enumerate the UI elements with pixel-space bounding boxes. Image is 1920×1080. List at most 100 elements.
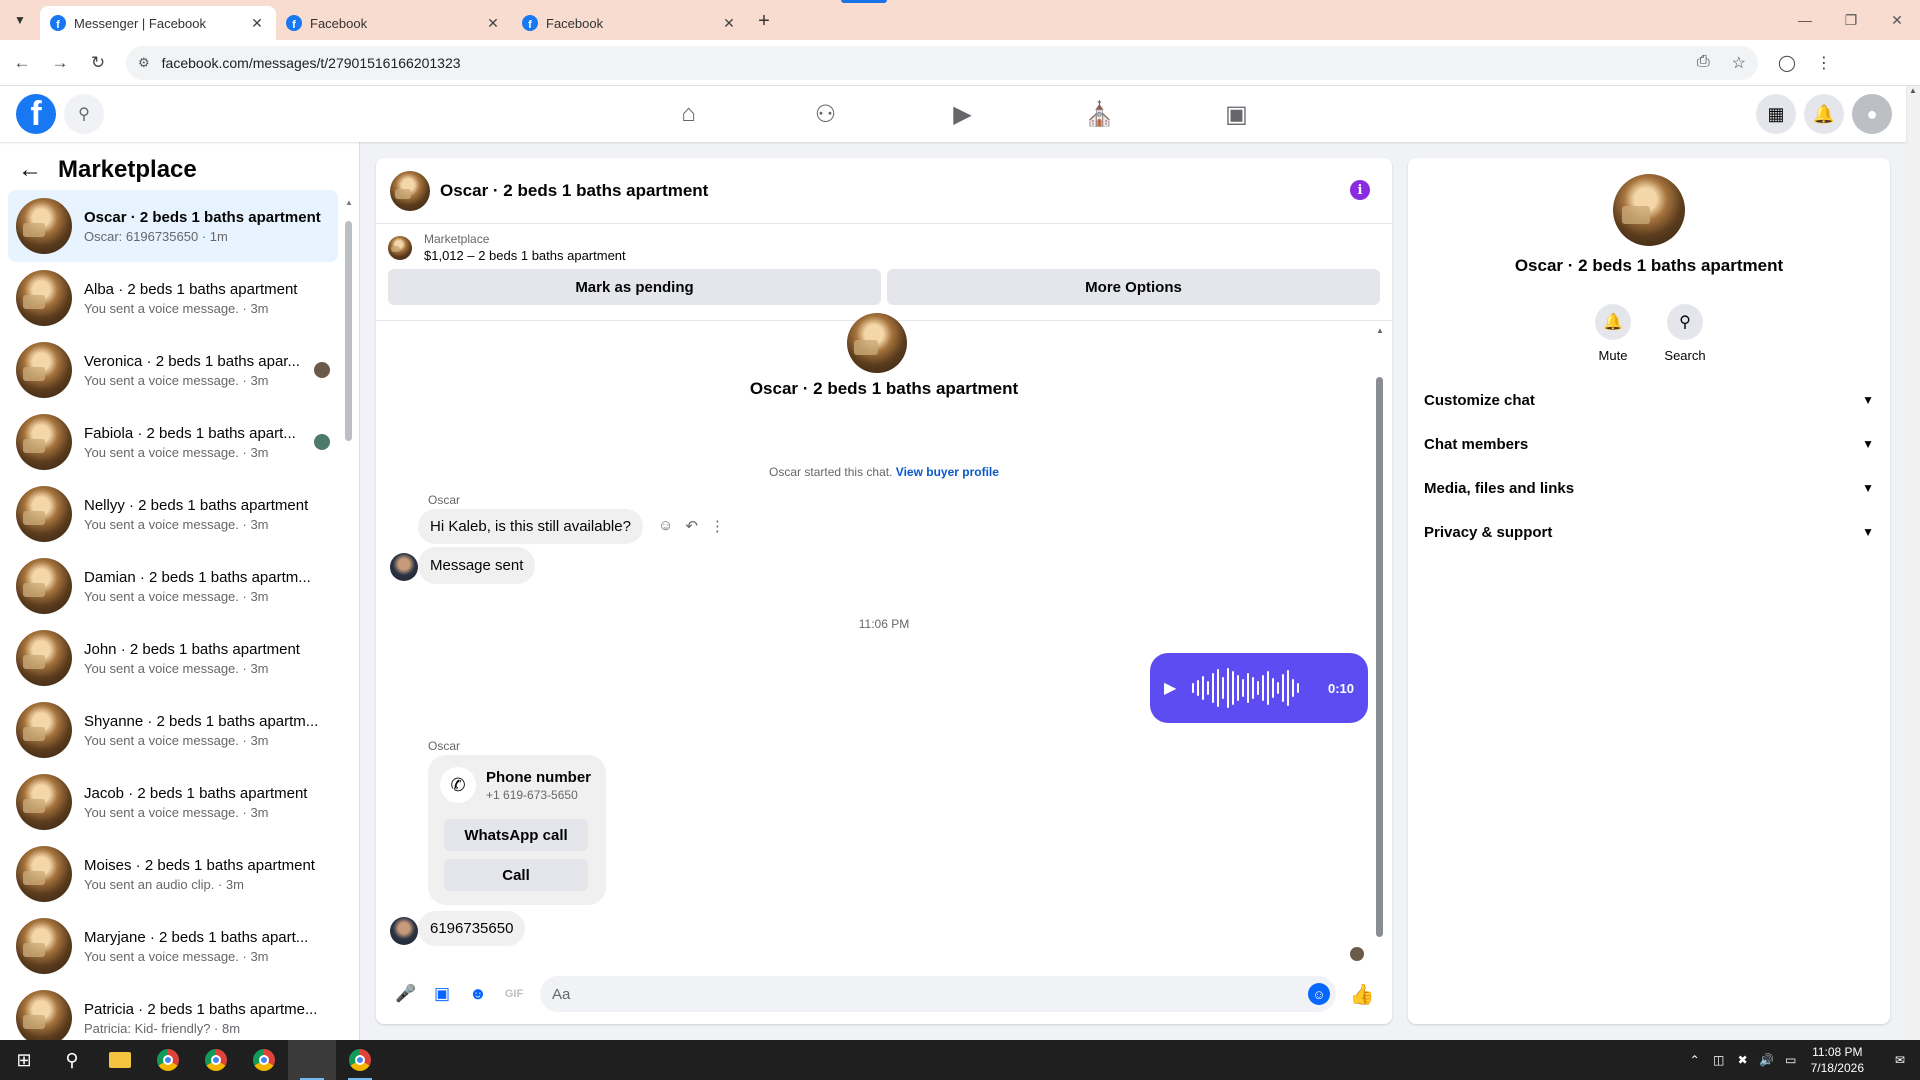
- voice-message[interactable]: ▶ 0:10: [1150, 653, 1368, 723]
- bookmark-star-icon[interactable]: ☆: [1732, 53, 1746, 73]
- message-bubble[interactable]: Hi Kaleb, is this still available?: [418, 509, 643, 544]
- tab-search-dropdown-icon[interactable]: ▼: [6, 6, 34, 34]
- close-tab-icon[interactable]: ✕: [720, 15, 738, 32]
- scrollbar-thumb[interactable]: [345, 221, 352, 441]
- more-icon[interactable]: ⋮: [710, 517, 725, 535]
- network-icon[interactable]: ✖: [1731, 1053, 1755, 1067]
- microphone-icon[interactable]: 🎤: [388, 976, 424, 1012]
- close-tab-icon[interactable]: ✕: [248, 15, 266, 32]
- chrome-icon[interactable]: [192, 1040, 240, 1080]
- marketplace-icon[interactable]: ⛪: [1031, 86, 1168, 142]
- file-explorer-icon[interactable]: [96, 1040, 144, 1080]
- profile-icon[interactable]: ◯: [1778, 53, 1796, 73]
- sender-avatar[interactable]: [390, 553, 418, 581]
- chat-scrollbar[interactable]: ▲: [1376, 326, 1384, 946]
- install-app-icon[interactable]: ⎙: [1697, 53, 1710, 73]
- listing-price-title[interactable]: $1,012 – 2 beds 1 baths apartment: [424, 248, 626, 263]
- message-input[interactable]: Aa ☺: [540, 976, 1336, 1012]
- info-icon[interactable]: i: [1350, 180, 1370, 200]
- browser-menu-icon[interactable]: ⋮: [1816, 53, 1832, 73]
- active-app-icon[interactable]: [288, 1040, 336, 1080]
- play-icon[interactable]: ▶: [1164, 678, 1176, 698]
- whatsapp-call-button[interactable]: WhatsApp call: [444, 819, 588, 851]
- gaming-icon[interactable]: ▣: [1168, 86, 1305, 142]
- customize-chat-section[interactable]: Customize chat ▼: [1424, 378, 1874, 422]
- site-info-icon[interactable]: ⚙: [138, 55, 150, 71]
- device-icon[interactable]: ◫: [1707, 1053, 1731, 1067]
- thumbs-up-icon[interactable]: 👍: [1344, 976, 1380, 1012]
- sender-avatar[interactable]: [390, 917, 418, 945]
- windows-start-icon[interactable]: ⊞: [0, 1040, 48, 1080]
- sticker-icon[interactable]: ☻: [460, 976, 496, 1012]
- close-window-icon[interactable]: ✕: [1874, 0, 1920, 40]
- search-icon[interactable]: ⚲: [48, 1040, 96, 1080]
- video-icon[interactable]: ▶: [894, 86, 1031, 142]
- home-icon[interactable]: ⌂: [620, 86, 757, 142]
- menu-grid-icon[interactable]: ▦: [1756, 94, 1796, 134]
- conversation-item[interactable]: Moises · 2 beds 1 baths apartment You sen…: [8, 838, 338, 910]
- search-icon[interactable]: ⚲: [64, 94, 104, 134]
- chat-avatar[interactable]: [390, 170, 430, 211]
- conversation-item[interactable]: Oscar · 2 beds 1 baths apartment Oscar: 6…: [8, 190, 338, 262]
- chrome-icon[interactable]: [240, 1040, 288, 1080]
- sidebar-scrollbar[interactable]: ▲: [345, 198, 353, 1032]
- url-text[interactable]: facebook.com/messages/t/2790151616620132…: [162, 55, 1697, 71]
- reply-icon[interactable]: ↶: [685, 517, 698, 535]
- conversation-item[interactable]: Damian · 2 beds 1 baths apartm... You sen…: [8, 550, 338, 622]
- volume-icon[interactable]: 🔊: [1755, 1053, 1779, 1067]
- gif-icon[interactable]: GIF: [496, 976, 532, 1012]
- new-tab-icon[interactable]: +: [748, 10, 780, 33]
- panel-avatar[interactable]: [1613, 174, 1685, 246]
- search-button[interactable]: ⚲ Search: [1664, 304, 1706, 363]
- message-bubble[interactable]: Message sent: [418, 547, 536, 584]
- account-avatar[interactable]: ●: [1852, 94, 1892, 134]
- reload-icon[interactable]: ↻: [82, 47, 114, 79]
- conversation-item[interactable]: Jacob · 2 beds 1 baths apartment You sent…: [8, 766, 338, 838]
- restore-icon[interactable]: ❐: [1828, 0, 1874, 40]
- mute-button[interactable]: 🔔 Mute: [1595, 304, 1631, 363]
- privacy-support-section[interactable]: Privacy & support ▼: [1424, 510, 1874, 554]
- conversation-item[interactable]: Nellyy · 2 beds 1 baths apartment You sen…: [8, 478, 338, 550]
- scroll-up-arrow-icon[interactable]: ▲: [1906, 86, 1920, 95]
- call-button[interactable]: Call: [444, 859, 588, 891]
- react-emoji-icon[interactable]: ☺: [658, 517, 673, 535]
- chat-title[interactable]: Oscar · 2 beds 1 baths apartment: [440, 181, 708, 201]
- battery-icon[interactable]: ▭: [1779, 1053, 1803, 1067]
- conversation-item[interactable]: Alba · 2 beds 1 baths apartment You sent …: [8, 262, 338, 334]
- browser-tab-1[interactable]: f Messenger | Facebook ✕: [40, 6, 276, 40]
- scrollbar-thumb[interactable]: [1376, 377, 1383, 937]
- scroll-up-arrow-icon[interactable]: ▲: [345, 198, 353, 207]
- conversation-item[interactable]: Fabiola · 2 beds 1 baths apart... You sen…: [8, 406, 338, 478]
- notifications-icon[interactable]: ✉: [1880, 1053, 1920, 1067]
- media-files-links-section[interactable]: Media, files and links ▼: [1424, 466, 1874, 510]
- scroll-up-arrow-icon[interactable]: ▲: [1376, 326, 1384, 335]
- conversation-item[interactable]: John · 2 beds 1 baths apartment You sent …: [8, 622, 338, 694]
- mark-as-pending-button[interactable]: Mark as pending: [388, 269, 881, 305]
- facebook-logo-icon[interactable]: f: [16, 94, 56, 134]
- browser-tab-3[interactable]: f Facebook ✕: [512, 6, 748, 40]
- message-bubble[interactable]: 6196735650: [418, 911, 526, 946]
- show-hidden-icons-icon[interactable]: ⌃: [1683, 1053, 1707, 1067]
- conversation-item[interactable]: Maryjane · 2 beds 1 baths apart... You se…: [8, 910, 338, 982]
- more-options-button[interactable]: More Options: [887, 269, 1380, 305]
- chrome-icon[interactable]: [144, 1040, 192, 1080]
- address-bar[interactable]: ⚙ facebook.com/messages/t/27901516166201…: [126, 45, 1758, 80]
- notifications-bell-icon[interactable]: 🔔: [1804, 94, 1844, 134]
- view-buyer-profile-link[interactable]: View buyer profile: [896, 465, 999, 479]
- back-icon[interactable]: ←: [6, 47, 38, 79]
- close-tab-icon[interactable]: ✕: [484, 15, 502, 32]
- browser-tab-2[interactable]: f Facebook ✕: [276, 6, 512, 40]
- chrome-icon[interactable]: [336, 1040, 384, 1080]
- back-arrow-icon[interactable]: ←: [18, 156, 42, 184]
- minimize-icon[interactable]: —: [1782, 0, 1828, 40]
- clock[interactable]: 11:08 PM 7/18/2026: [1811, 1044, 1864, 1076]
- emoji-icon[interactable]: ☺: [1308, 983, 1330, 1005]
- attach-photo-icon[interactable]: ▣: [424, 976, 460, 1012]
- page-scrollbar[interactable]: ▲: [1906, 86, 1920, 1040]
- chat-members-section[interactable]: Chat members ▼: [1424, 422, 1874, 466]
- conversation-item[interactable]: Shyanne · 2 beds 1 baths apartm... You se…: [8, 694, 338, 766]
- listing-thumbnail[interactable]: [388, 235, 412, 260]
- conversation-item[interactable]: Veronica · 2 beds 1 baths apar... You sen…: [8, 334, 338, 406]
- friends-icon[interactable]: ⚇: [757, 86, 894, 142]
- forward-icon[interactable]: →: [44, 47, 76, 79]
